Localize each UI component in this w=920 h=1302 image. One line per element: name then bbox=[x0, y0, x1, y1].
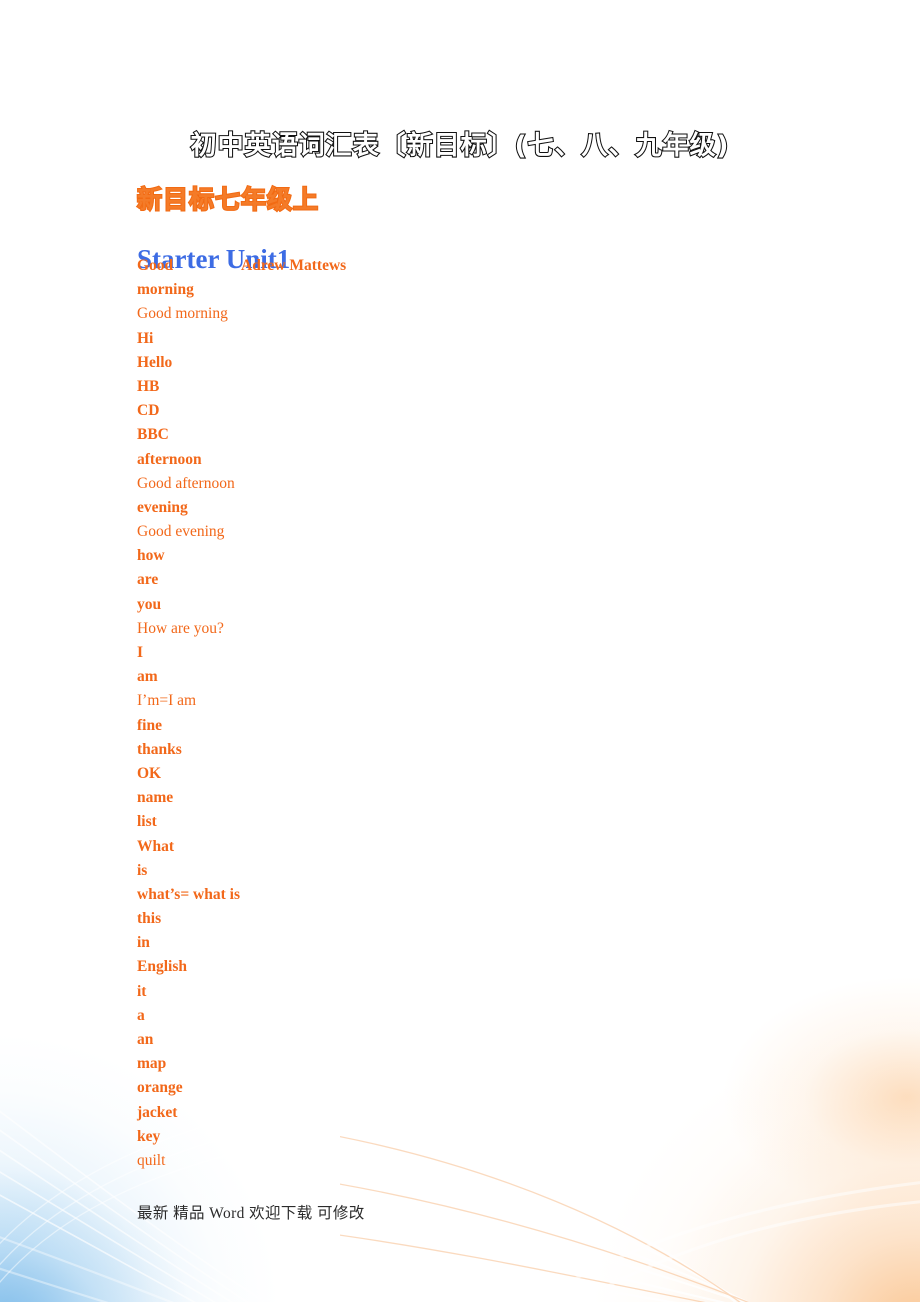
vocab-term: How are you? bbox=[137, 619, 224, 637]
vocab-term: orange bbox=[137, 1079, 183, 1097]
vocab-term: Hello bbox=[137, 353, 173, 371]
vocab-term: What bbox=[137, 837, 175, 855]
vocab-row: Hello bbox=[137, 351, 777, 375]
vocab-row: Good afternoon bbox=[137, 472, 777, 496]
vocab-term: am bbox=[137, 668, 158, 686]
vocab-row: quilt bbox=[137, 1149, 777, 1173]
vocab-term: an bbox=[137, 1031, 154, 1048]
vocab-row: map bbox=[137, 1052, 777, 1076]
vocab-row: Good Adrew Mattews bbox=[137, 254, 777, 278]
vocab-term: CD bbox=[137, 402, 160, 420]
vocab-term: a bbox=[137, 1006, 145, 1024]
vocab-term: Good afternoon bbox=[137, 474, 235, 492]
vocab-row: am bbox=[137, 665, 777, 689]
vocab-term: are bbox=[137, 571, 159, 589]
vocab-row: in bbox=[137, 931, 777, 955]
vocab-note: Adrew Mattews bbox=[241, 257, 347, 274]
page-title: 初中英语词汇表〔新目标〕(七、八、九年级) bbox=[190, 130, 730, 162]
vocab-term: I’m=I am bbox=[137, 692, 197, 710]
vocab-row: Good evening bbox=[137, 520, 777, 544]
document-page: 初中英语词汇表〔新目标〕(七、八、九年级) 新目标七年级上 Starter Un… bbox=[0, 0, 920, 1302]
vocabulary-list: Good Adrew Mattews morning Good morning Hi He… bbox=[137, 254, 777, 1173]
vocab-term: what’s= what is bbox=[137, 885, 240, 903]
vocab-term: list bbox=[137, 813, 157, 831]
vocab-row: key bbox=[137, 1125, 777, 1149]
vocab-row: jacket bbox=[137, 1101, 777, 1125]
vocab-term: Good evening bbox=[137, 523, 225, 541]
vocab-row: BBC bbox=[137, 423, 777, 447]
vocab-term: this bbox=[137, 910, 162, 928]
vocab-row: thanks bbox=[137, 738, 777, 762]
vocab-row: it bbox=[137, 980, 777, 1004]
vocab-row: are bbox=[137, 568, 777, 592]
vocab-row: OK bbox=[137, 762, 777, 786]
vocab-row: how bbox=[137, 544, 777, 568]
vocab-term: I bbox=[137, 644, 144, 661]
vocab-row: you bbox=[137, 593, 777, 617]
vocab-term: OK bbox=[137, 764, 162, 782]
vocab-row: HB bbox=[137, 375, 777, 399]
vocab-term: evening bbox=[137, 498, 188, 516]
vocab-term: key bbox=[137, 1127, 161, 1145]
vocab-row: list bbox=[137, 810, 777, 834]
vocab-row: evening bbox=[137, 496, 777, 520]
vocab-row: afternoon bbox=[137, 448, 777, 472]
vocab-row: I’m=I am bbox=[137, 689, 777, 713]
vocab-term: HB bbox=[137, 377, 160, 395]
vocab-row: morning bbox=[137, 278, 777, 302]
vocab-row: Hi bbox=[137, 327, 777, 351]
vocab-term: thanks bbox=[137, 740, 182, 758]
page-subtitle: 新目标七年级上 bbox=[136, 184, 320, 215]
vocab-term: quilt bbox=[137, 1151, 166, 1169]
vocab-term: name bbox=[137, 789, 174, 807]
vocab-term: how bbox=[137, 547, 165, 565]
vocab-term: Good bbox=[137, 257, 174, 274]
vocab-term: map bbox=[137, 1055, 167, 1073]
vocab-term: it bbox=[137, 982, 147, 1000]
vocab-row: English bbox=[137, 955, 777, 979]
vocab-term: is bbox=[137, 861, 148, 879]
vocab-term: morning bbox=[137, 281, 194, 299]
vocab-term: afternoon bbox=[137, 450, 202, 468]
vocab-row: How are you? bbox=[137, 617, 777, 641]
vocab-row: a bbox=[137, 1004, 777, 1028]
vocab-row: Good morning bbox=[137, 302, 777, 326]
vocab-row: this bbox=[137, 907, 777, 931]
vocab-row: CD bbox=[137, 399, 777, 423]
vocab-term: you bbox=[137, 595, 162, 613]
vocab-term: jacket bbox=[137, 1103, 178, 1121]
vocab-term: Good morning bbox=[137, 305, 228, 323]
vocab-term: in bbox=[137, 934, 150, 952]
page-footer: 最新 精品 Word 欢迎下载 可修改 bbox=[137, 1205, 365, 1222]
vocab-term: BBC bbox=[137, 426, 169, 444]
vocab-row: what’s= what is bbox=[137, 883, 777, 907]
vocab-term: English bbox=[137, 958, 187, 976]
vocab-row: What bbox=[137, 835, 777, 859]
vocab-term: fine bbox=[137, 716, 162, 734]
vocab-row: an bbox=[137, 1028, 777, 1052]
vocab-term: Hi bbox=[137, 329, 154, 347]
vocab-row: is bbox=[137, 859, 777, 883]
vocab-row: name bbox=[137, 786, 777, 810]
vocab-row: fine bbox=[137, 714, 777, 738]
vocab-row: I bbox=[137, 641, 777, 665]
vocab-row: orange bbox=[137, 1076, 777, 1100]
